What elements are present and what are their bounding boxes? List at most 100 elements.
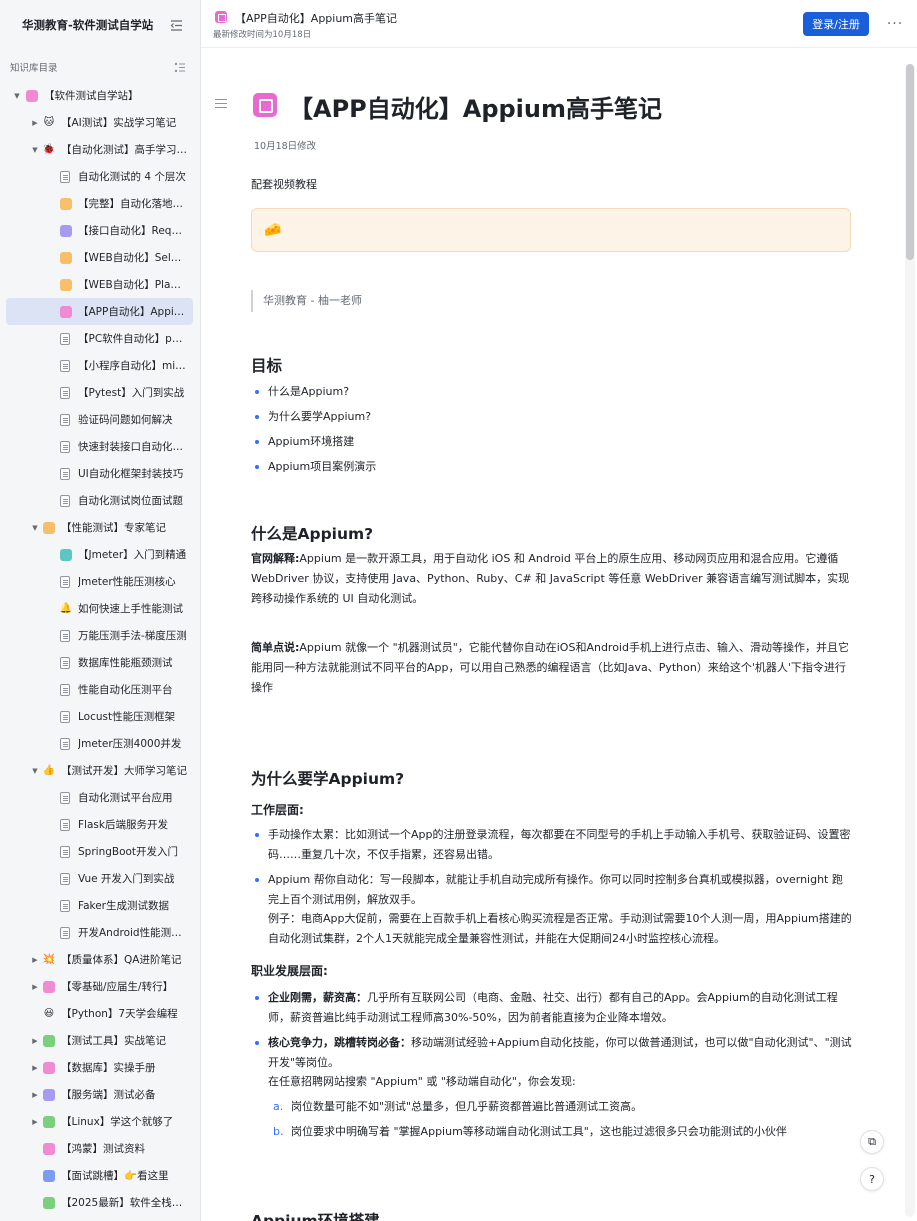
expand-down-icon[interactable]: ▼ — [30, 523, 40, 533]
toc-item[interactable]: ▶ 【数据库】实操手册 — [6, 1054, 193, 1081]
simple-label: 简单点说: — [251, 641, 300, 654]
author-quote: 华测教育 - 柚一老师 — [251, 290, 362, 312]
toc-item[interactable]: 开发Android性能测试工具 — [6, 919, 193, 946]
expand-down-icon[interactable]: ▼ — [12, 91, 22, 101]
video-callout[interactable]: 🧀 — [251, 208, 851, 252]
toc-label: 知识库目录 — [10, 63, 58, 74]
toc-item[interactable]: 【PC软件自动化】pywinauto — [6, 325, 193, 352]
toc-item[interactable]: ▶ 【Linux】学这个就够了 — [6, 1108, 193, 1135]
collapse-sidebar-icon[interactable] — [168, 17, 184, 33]
toc-item[interactable]: ▶ 🐱 【AI测试】实战学习笔记 — [6, 109, 193, 136]
toc-item[interactable]: ▼ 👍 【测试开发】大师学习笔记 — [6, 757, 193, 784]
toc-item[interactable]: ▶ 【零基础/应届生/转行】 — [6, 973, 193, 1000]
scrollbar[interactable] — [905, 64, 915, 1217]
toc-item-label: 【小程序自动化】minium — [78, 360, 187, 372]
toc-item[interactable]: Flask后端服务开发 — [6, 811, 193, 838]
pink-page-icon — [60, 305, 72, 318]
toc-item[interactable]: 【Pytest】入门到实战 — [6, 379, 193, 406]
toc-item[interactable]: SpringBoot开发入门 — [6, 838, 193, 865]
toc-item[interactable]: 自动化测试平台应用 — [6, 784, 193, 811]
expand-placeholder — [30, 1198, 40, 1208]
toc-item[interactable]: 【接口自动化】Requests — [6, 217, 193, 244]
toc-item[interactable]: 【面试跳槽】👉看这里 — [6, 1162, 193, 1189]
toc-item[interactable]: 性能自动化压测平台 — [6, 676, 193, 703]
toc-item[interactable]: ▶ 【测试工具】实战笔记 — [6, 1027, 193, 1054]
toc-item[interactable]: 自动化测试岗位面试题 — [6, 487, 193, 514]
toc-item[interactable]: 【完整】自动化落地实践 — [6, 190, 193, 217]
toc-item[interactable]: 🔔 如何快速上手性能测试 — [6, 595, 193, 622]
copy-icon[interactable]: ⧉ — [860, 1130, 884, 1154]
expand-right-icon[interactable]: ▶ — [30, 118, 40, 128]
toc-item[interactable]: ▼ 【软件测试自学站】 — [6, 82, 193, 109]
outline-menu-icon[interactable] — [215, 99, 227, 109]
expand-right-icon[interactable]: ▶ — [30, 982, 40, 992]
expand-right-icon[interactable]: ▶ — [30, 1117, 40, 1127]
toc-item[interactable]: 【WEB自动化】Playwright — [6, 271, 193, 298]
toc-item[interactable]: Vue 开发入门到实战 — [6, 865, 193, 892]
document-icon — [60, 791, 70, 804]
toc-item[interactable]: Jmeter性能压测核心 — [6, 568, 193, 595]
toc-item-label: 【服务端】测试必备 — [61, 1089, 156, 1101]
expand-right-icon[interactable]: ▶ — [30, 1036, 40, 1046]
toc-item-label: 【PC软件自动化】pywinauto — [78, 333, 187, 345]
orange-page-icon — [60, 278, 72, 291]
purple-page-icon — [60, 224, 72, 237]
toc-item[interactable]: Faker生成测试数据 — [6, 892, 193, 919]
toc-item-label: Jmeter性能压测核心 — [78, 576, 176, 588]
document-icon — [60, 899, 70, 912]
burst-page-icon: 💥 — [42, 953, 56, 965]
toc-item[interactable]: 验证码问题如何解决 — [6, 406, 193, 433]
expand-right-icon[interactable]: ▶ — [30, 1090, 40, 1100]
toc-item[interactable]: 【鸿蒙】测试资料 — [6, 1135, 193, 1162]
app-window: 华测教育-软件测试自学站 知识库目录 ▼ 【软件测试自学站】 ▶ 🐱 【AI测试】实战学… — [0, 0, 917, 1221]
toc-item-label: 【APP自动化】Appium — [78, 306, 187, 318]
toc-item-label: 【WEB自动化】Playwright — [78, 279, 187, 291]
smile-page-icon: 😃 — [43, 1007, 55, 1019]
pink-page-icon — [26, 89, 38, 102]
toc-item[interactable]: 自动化测试的 4 个层次 — [6, 163, 193, 190]
toc-item[interactable]: 快速封装接口自动化框架 — [6, 433, 193, 460]
toc-item[interactable]: 【小程序自动化】minium — [6, 352, 193, 379]
document-icon — [60, 818, 70, 831]
work-item: Appium 帮你自动化：写一段脚本，就能让手机自动完成所有操作。你可以同时控制… — [255, 870, 853, 910]
toc-item-label: 【Pytest】入门到实战 — [78, 387, 185, 399]
toc-item[interactable]: ▶ 【服务端】测试必备 — [6, 1081, 193, 1108]
toc-item-label: Jmeter压测4000并发 — [78, 738, 182, 750]
login-register-button[interactable]: 登录/注册 — [803, 12, 869, 36]
toc-item[interactable]: Locust性能压测框架 — [6, 703, 193, 730]
expand-down-icon[interactable]: ▼ — [30, 766, 40, 776]
toc-item[interactable]: 😃 【Python】7天学会编程 — [6, 1000, 193, 1027]
simple-text: Appium 就像一个 "机器测试员"，它能代替你自动在iOS和Android手… — [251, 641, 849, 694]
toc-options-icon[interactable] — [174, 58, 186, 77]
simple-explanation: 简单点说:Appium 就像一个 "机器测试员"，它能代替你自动在iOS和And… — [251, 638, 851, 698]
scrollbar-thumb[interactable] — [906, 64, 914, 260]
expand-down-icon[interactable]: ▼ — [30, 145, 40, 155]
toc-item[interactable]: ▼ 🐞 【自动化测试】高手学习笔记 — [6, 136, 193, 163]
toc-item[interactable]: 【2025最新】软件全栈测试 — [6, 1189, 193, 1216]
goal-item: Appium环境搭建 — [255, 432, 853, 452]
toc-item-label: 【自动化测试】高手学习笔记 — [61, 144, 187, 156]
help-icon[interactable]: ? — [860, 1167, 884, 1191]
expand-right-icon[interactable]: ▶ — [30, 955, 40, 965]
toc-item-label: 验证码问题如何解决 — [78, 414, 173, 426]
toc-item[interactable]: 数据库性能瓶颈测试 — [6, 649, 193, 676]
toc-item[interactable]: 【Jmeter】入门到精通 — [6, 541, 193, 568]
toc-item-label: 【面试跳槽】👉看这里 — [61, 1170, 169, 1182]
toc-item[interactable]: ▶ 💥 【质量体系】QA进阶笔记 — [6, 946, 193, 973]
more-options-icon[interactable]: ··· — [885, 12, 905, 36]
expand-right-icon[interactable]: ▶ — [30, 1063, 40, 1073]
official-label: 官网解释: — [251, 552, 300, 565]
toc-item[interactable]: 【APP自动化】Appium — [6, 298, 193, 325]
video-tutorial-label: 配套视频教程 — [251, 178, 317, 191]
toc-item[interactable]: ▼ 【性能测试】专家笔记 — [6, 514, 193, 541]
toc-item[interactable]: 万能压测手法-梯度压测 — [6, 622, 193, 649]
toc-item-label: 【Jmeter】入门到精通 — [78, 549, 187, 561]
toc-item-label: Locust性能压测框架 — [78, 711, 176, 723]
career-heading: 职业发展层面: — [251, 964, 328, 978]
green-page-icon — [43, 1034, 55, 1047]
goals-heading: 目标 — [251, 357, 283, 375]
toc-item[interactable]: Jmeter压测4000并发 — [6, 730, 193, 757]
toc-item[interactable]: 【WEB自动化】Selenium — [6, 244, 193, 271]
toc-item-label: 【性能测试】专家笔记 — [61, 522, 166, 534]
toc-item[interactable]: UI自动化框架封装技巧 — [6, 460, 193, 487]
